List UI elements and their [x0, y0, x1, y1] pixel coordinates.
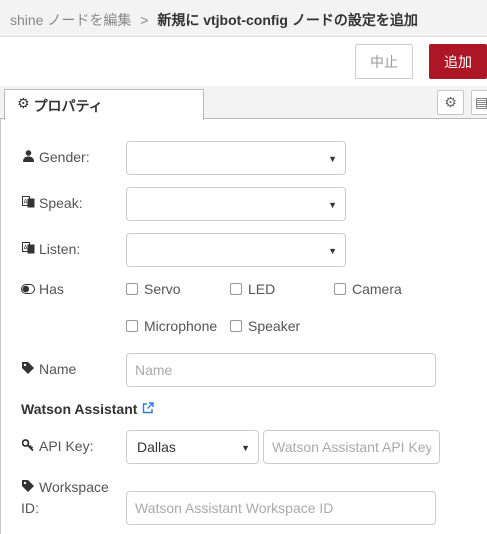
- checkbox-box[interactable]: [126, 320, 138, 332]
- breadcrumb-parent[interactable]: shine ノードを編集: [10, 12, 131, 28]
- speak-select[interactable]: ▼: [126, 187, 346, 221]
- listen-label: A Listen:: [21, 241, 80, 257]
- breadcrumb-separator: >: [140, 12, 149, 28]
- breadcrumb-current: 新規に vtjbot-config ノードの設定を追加: [157, 12, 418, 28]
- user-icon: [21, 149, 35, 165]
- name-input[interactable]: [126, 353, 436, 387]
- gender-label: Gender:: [21, 149, 90, 165]
- name-label-text: Name: [39, 361, 77, 377]
- description-tab-button[interactable]: ▤: [471, 90, 487, 115]
- gender-select[interactable]: ▼: [126, 141, 346, 175]
- add-button[interactable]: 追加: [429, 44, 487, 79]
- speaker-checkbox-label: Speaker: [248, 318, 301, 334]
- microphone-checkbox[interactable]: Microphone: [126, 318, 217, 334]
- tag-icon: [21, 477, 35, 498]
- chevron-down-icon: ▼: [241, 443, 250, 453]
- name-label: Name: [21, 361, 76, 377]
- tab-properties-label: プロパティ: [33, 98, 103, 114]
- microphone-checkbox-label: Microphone: [144, 318, 218, 334]
- checkbox-box[interactable]: [334, 283, 346, 295]
- external-link-icon[interactable]: [142, 401, 155, 417]
- servo-checkbox-label: Servo: [144, 281, 181, 297]
- tag-icon: [21, 361, 35, 377]
- gear-icon: ⚙: [444, 94, 457, 110]
- language-icon: A: [21, 195, 35, 211]
- apikey-label: API Key:: [21, 438, 93, 454]
- toggle-icon: [21, 282, 35, 297]
- speak-label-text: Speak:: [39, 195, 83, 211]
- language-icon: A: [21, 241, 35, 257]
- led-checkbox[interactable]: LED: [230, 281, 275, 297]
- chevron-down-icon: ▼: [328, 200, 337, 210]
- section-title: Watson Assistant: [21, 401, 138, 417]
- camera-checkbox[interactable]: Camera: [334, 281, 402, 297]
- workspace-id-input[interactable]: [126, 491, 436, 525]
- checkbox-box[interactable]: [126, 283, 138, 295]
- properties-panel: Gender: ▼ A Speak: ▼ A Listen: ▼ Has Ser…: [0, 119, 487, 534]
- speaker-checkbox[interactable]: Speaker: [230, 318, 300, 334]
- led-checkbox-label: LED: [248, 281, 276, 297]
- workspace-id-label: Workspace ID:: [21, 477, 109, 519]
- workspace-label-line2: ID:: [21, 500, 39, 516]
- gear-icon: ⚙: [17, 95, 30, 111]
- gender-label-text: Gender:: [39, 149, 90, 165]
- speak-label: A Speak:: [21, 195, 83, 211]
- dialog-button-bar: 中止 追加: [0, 37, 487, 85]
- tab-properties[interactable]: ⚙ プロパティ: [4, 89, 204, 120]
- has-label: Has: [21, 281, 64, 297]
- region-select[interactable]: Dallas ▼: [126, 430, 259, 464]
- key-icon: [21, 438, 35, 454]
- listen-label-text: Listen:: [39, 241, 81, 257]
- workspace-label-line1: Workspace: [39, 479, 109, 495]
- cancel-button[interactable]: 中止: [355, 44, 413, 79]
- checkbox-box[interactable]: [230, 283, 242, 295]
- chevron-down-icon: ▼: [328, 246, 337, 256]
- chevron-down-icon: ▼: [328, 154, 337, 164]
- apikey-label-text: API Key:: [39, 438, 94, 454]
- listen-select[interactable]: ▼: [126, 233, 346, 267]
- breadcrumb: shine ノードを編集 > 新規に vtjbot-config ノードの設定を…: [0, 0, 487, 37]
- servo-checkbox[interactable]: Servo: [126, 281, 181, 297]
- has-label-text: Has: [39, 281, 64, 297]
- document-icon: ▤: [475, 94, 487, 110]
- settings-tab-button[interactable]: ⚙: [437, 90, 464, 115]
- apikey-input[interactable]: [263, 430, 440, 464]
- checkbox-box[interactable]: [230, 320, 242, 332]
- watson-assistant-section: Watson Assistant: [21, 401, 155, 417]
- tab-bar: ⚙ プロパティ ⚙ ▤: [0, 86, 487, 120]
- region-select-value: Dallas: [137, 439, 176, 455]
- camera-checkbox-label: Camera: [352, 281, 402, 297]
